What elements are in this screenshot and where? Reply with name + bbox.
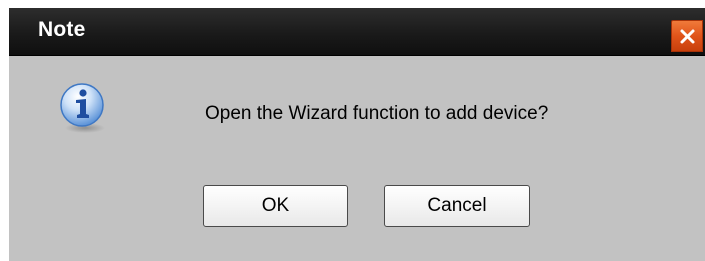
dialog-title: Note [38, 18, 86, 41]
dialog-message: Open the Wizard function to add device? [205, 103, 549, 124]
info-icon [60, 83, 105, 133]
ok-button[interactable]: OK [203, 185, 348, 227]
close-button[interactable] [671, 20, 703, 52]
dialog-titlebar[interactable]: Note [9, 8, 705, 56]
cancel-button[interactable]: Cancel [384, 185, 530, 227]
note-dialog: Note Open the Wizard function to add dev… [9, 8, 705, 261]
close-icon [680, 29, 695, 44]
